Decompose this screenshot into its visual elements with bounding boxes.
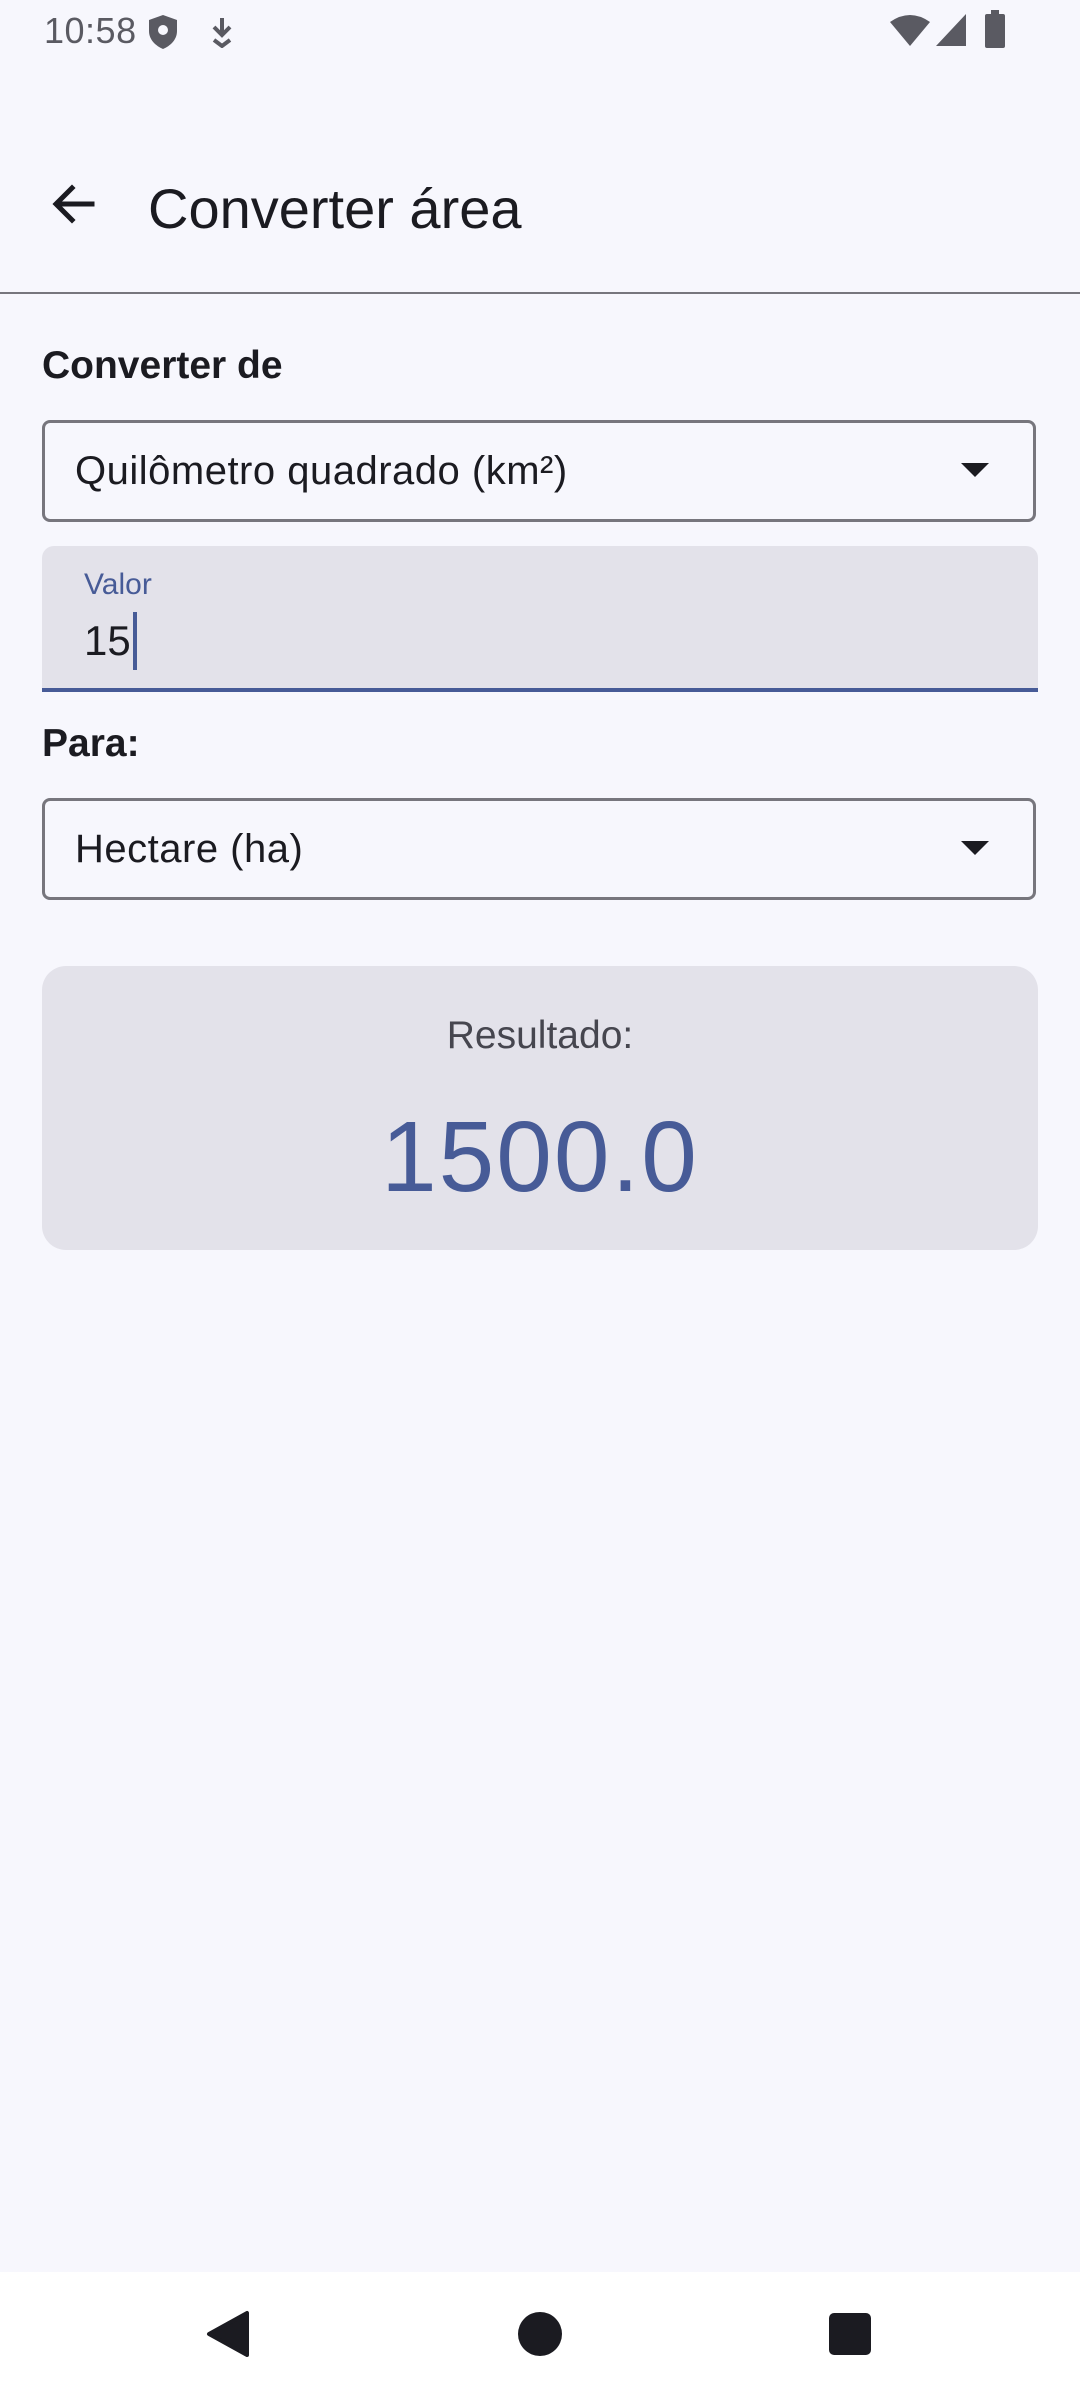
value-field-content: 15 xyxy=(84,617,131,664)
nav-home-button[interactable] xyxy=(480,2272,600,2400)
from-unit-value: Quilômetro quadrado (km²) xyxy=(75,449,568,493)
home-icon xyxy=(517,2311,563,2362)
value-field-label: Valor xyxy=(84,568,152,601)
text-cursor xyxy=(132,612,137,670)
system-nav-bar xyxy=(0,2272,1080,2400)
arrow-back-icon xyxy=(50,180,98,233)
nav-recents-button[interactable] xyxy=(790,2272,910,2400)
from-label: Converter de xyxy=(42,344,283,387)
signal-icon xyxy=(934,12,968,53)
dropdown-arrow-icon xyxy=(961,841,989,855)
to-unit-value: Hectare (ha) xyxy=(75,827,304,871)
result-value: 1500.0 xyxy=(381,1101,699,1213)
result-card: Resultado: 1500.0 xyxy=(42,966,1038,1250)
result-label: Resultado: xyxy=(446,1014,634,1057)
to-unit-dropdown[interactable]: Hectare (ha) xyxy=(42,798,1036,900)
download-icon xyxy=(208,16,236,53)
app-bar: Converter área xyxy=(0,130,1080,290)
back-button[interactable] xyxy=(38,170,110,242)
wifi-icon xyxy=(888,14,932,53)
page-title: Converter área xyxy=(148,177,522,240)
from-unit-dropdown[interactable]: Quilômetro quadrado (km²) xyxy=(42,420,1036,522)
status-bar: 10:58 xyxy=(0,0,1080,64)
battery-icon xyxy=(984,10,1006,55)
shield-icon xyxy=(146,14,180,55)
recents-icon xyxy=(828,2312,872,2361)
nav-back-button[interactable] xyxy=(168,2272,288,2400)
to-label: Para: xyxy=(42,722,140,765)
dropdown-arrow-icon xyxy=(961,463,989,477)
app-bar-divider xyxy=(0,292,1080,294)
status-time: 10:58 xyxy=(44,10,137,51)
value-input[interactable]: Valor 15 xyxy=(42,546,1038,692)
back-icon xyxy=(203,2309,253,2364)
value-field-text: 15 xyxy=(84,612,137,670)
